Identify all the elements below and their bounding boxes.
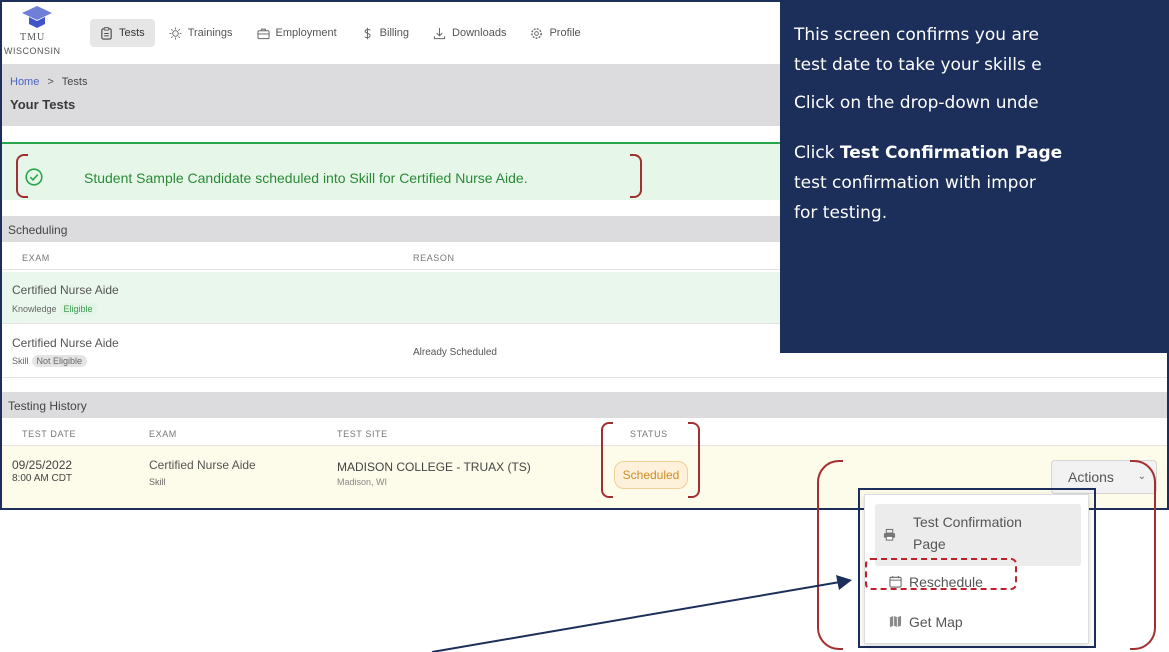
breadcrumb-current: Tests (61, 76, 88, 88)
breadcrumb: Home > Tests (10, 76, 87, 88)
callout-line-6: for testing. (794, 203, 888, 223)
menu-item-test-confirmation-line1: Test Confirmation (913, 514, 1022, 530)
breadcrumb-separator: > (47, 76, 54, 88)
printer-icon (883, 528, 896, 541)
col-test-date: TEST DATE (22, 429, 77, 439)
exam-type: Skill Not Eligible (12, 355, 88, 367)
menu-item-test-confirmation[interactable]: Test Confirmation Page (875, 504, 1081, 566)
dollar-icon (363, 27, 371, 39)
callout-line-1: This screen confirms you are (794, 25, 1039, 45)
menu-bracket-left (817, 460, 843, 650)
nav-employment[interactable]: Employment (247, 19, 347, 47)
lightbulb-icon (169, 26, 182, 40)
test-site-city: Madison, WI (337, 477, 388, 487)
menu-item-get-map[interactable]: Get Map (875, 607, 1081, 637)
app-screenshot: TMU WISCONSIN Tests Trainings Employment… (0, 0, 1169, 510)
callout-line-4: Click Test Confirmation Page (794, 138, 1062, 168)
breadcrumb-home-link[interactable]: Home (10, 76, 39, 88)
exam-name: Certified Nurse Aide (12, 336, 119, 350)
graduation-cap-icon (22, 6, 52, 28)
logo-line1: TMU (20, 32, 46, 43)
nav-downloads-label: Downloads (452, 27, 507, 39)
test-site-name: MADISON COLLEGE - TRUAX (TS) (337, 460, 531, 474)
page-title: Your Tests (10, 97, 76, 112)
menu-bracket-right (1130, 460, 1156, 650)
history-columns: TEST DATE EXAM TEST SITE STATUS (2, 420, 1167, 446)
history-header: Testing History (2, 392, 1167, 418)
nav-trainings[interactable]: Trainings (159, 19, 243, 47)
nav-billing-label: Billing (379, 27, 410, 39)
scheduling-title: Scheduling (8, 223, 68, 237)
eligibility-badge: Eligible (59, 303, 97, 315)
briefcase-icon (256, 28, 270, 39)
menu-item-test-confirmation-line2: Page (913, 536, 946, 552)
test-date: 09/25/2022 (12, 458, 73, 472)
map-icon (889, 615, 902, 628)
clipboard-icon (101, 26, 112, 40)
col-exam: EXAM (149, 429, 177, 439)
callout-line-5: test confirmation with impor (794, 173, 1036, 193)
alert-message: Student Sample Candidate scheduled into … (84, 170, 528, 186)
callout-line-4-a: Click (794, 143, 840, 163)
nav-billing[interactable]: Billing (351, 19, 419, 47)
callout-line-2: test date to take your skills e (794, 55, 1042, 75)
exam-type-label: Skill (12, 356, 29, 366)
actions-label: Actions (1068, 469, 1114, 485)
col-test-site: TEST SITE (337, 429, 388, 439)
history-exam-name: Certified Nurse Aide (149, 458, 256, 472)
callout-line-4-b: Test Confirmation Page (839, 143, 1063, 163)
nav-profile-label: Profile (549, 27, 581, 39)
status-bracket-right (688, 422, 700, 498)
eligibility-badge: Not Eligible (31, 355, 88, 367)
nav-employment-label: Employment (275, 27, 337, 39)
history-title: Testing History (8, 399, 87, 413)
exam-type: Knowledge Eligible (12, 303, 97, 315)
menu-item-get-map-label: Get Map (909, 614, 963, 630)
history-exam-type: Skill (149, 477, 166, 487)
exam-name: Certified Nurse Aide (12, 283, 119, 297)
reschedule-highlight (865, 558, 1017, 590)
nav-trainings-label: Trainings (187, 27, 233, 39)
status-bracket-left (601, 422, 613, 498)
col-reason: REASON (413, 253, 455, 263)
nav-downloads[interactable]: Downloads (423, 19, 516, 47)
col-exam: EXAM (22, 253, 50, 263)
annotation-bracket-right (630, 154, 642, 198)
logo-line2: WISCONSIN (4, 46, 61, 56)
reason-text: Already Scheduled (413, 347, 497, 358)
status-badge: Scheduled (614, 461, 688, 489)
logo[interactable]: TMU WISCONSIN (2, 6, 62, 60)
nav-tests-label: Tests (119, 27, 145, 39)
col-status: STATUS (630, 429, 668, 439)
nav-tests[interactable]: Tests (90, 19, 155, 47)
gear-icon (531, 27, 543, 39)
exam-type-label: Knowledge (12, 304, 57, 314)
test-time: 8:00 AM CDT (12, 473, 73, 484)
nav-profile[interactable]: Profile (520, 19, 590, 47)
annotation-bracket-left (16, 154, 28, 198)
callout-line-3: Click on the drop-down unde (794, 93, 1039, 113)
nav-items: Tests Trainings Employment Billing Downl… (90, 19, 591, 47)
instruction-callout: This screen confirms you are test date t… (780, 2, 1167, 353)
download-icon (433, 27, 446, 39)
